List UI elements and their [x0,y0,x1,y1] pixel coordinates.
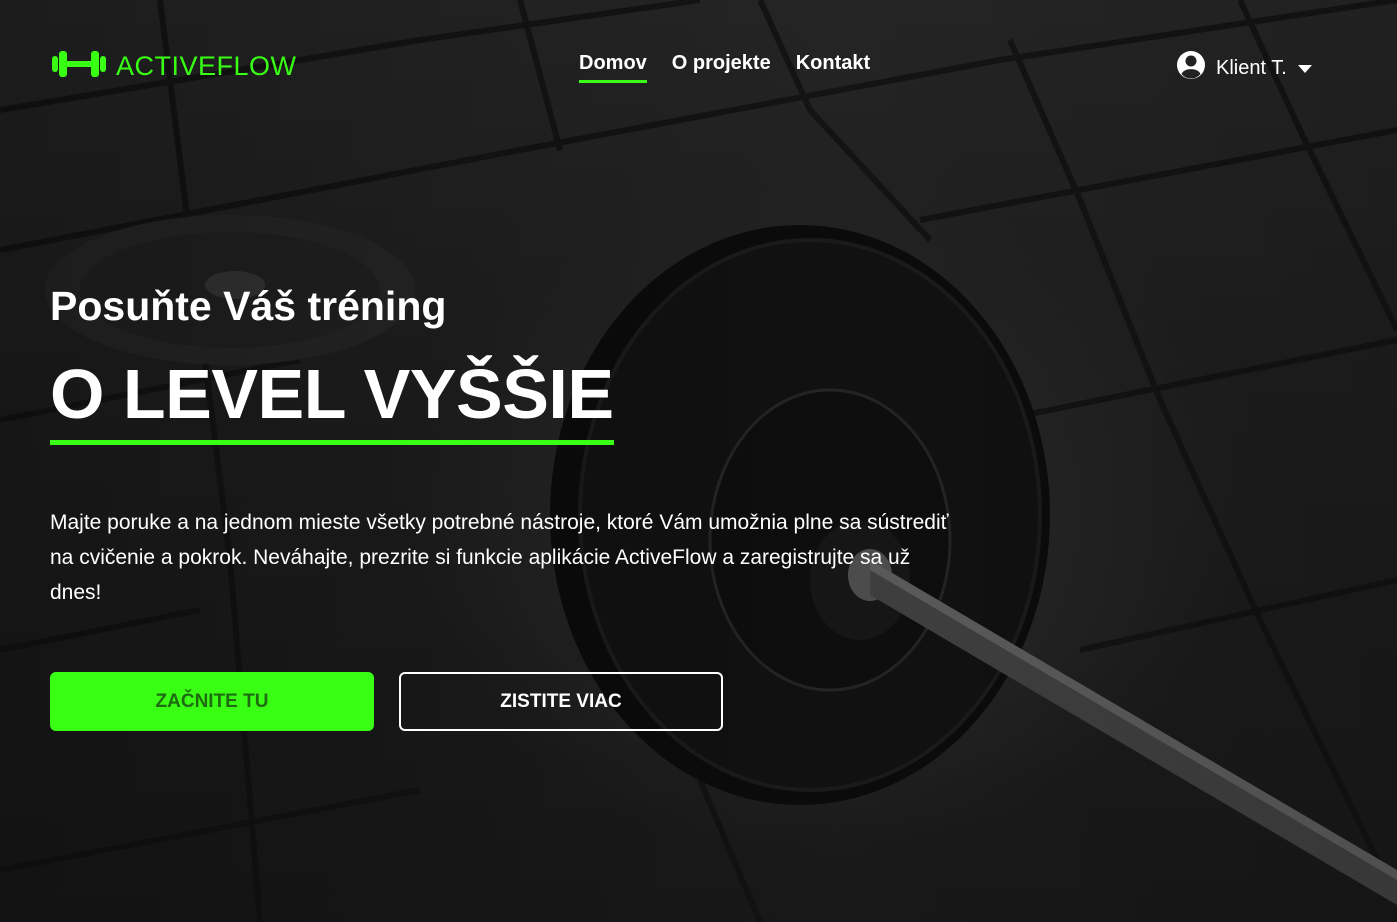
start-here-button[interactable]: ZAČNITE TU [50,672,374,731]
nav-item-kontakt[interactable]: Kontakt [796,52,870,83]
nav-item-domov[interactable]: Domov [579,52,647,83]
dumbbell-icon [52,48,106,85]
caret-down-icon [1297,57,1313,80]
hero-content: Posuňte Váš tréning O LEVEL VYŠŠIE Majte… [50,280,970,610]
hero-title: O LEVEL VYŠŠIE [50,354,614,445]
user-circle-icon [1176,50,1206,86]
brand-name: ACTIVEFLOW [116,51,297,81]
hero-description: Majte poruke a na jednom mieste všetky p… [50,511,949,604]
learn-more-button[interactable]: ZISTITE VIAC [399,672,723,731]
brand-logo[interactable]: ACTIVEFLOW [52,48,297,85]
nav-item-o-projekte[interactable]: O projekte [672,52,771,83]
site-header: ACTIVEFLOW Domov O projekte Kontakt Klie… [0,0,1397,130]
user-name: Klient T. [1216,56,1287,79]
hero-subtitle: Posuňte Váš tréning [50,283,447,329]
hero-section: ACTIVEFLOW Domov O projekte Kontakt Klie… [0,0,1397,922]
main-nav: Domov O projekte Kontakt [579,52,870,83]
hero-buttons: ZAČNITE TU ZISTITE VIAC [50,672,723,731]
user-menu[interactable]: Klient T. [1176,50,1313,86]
